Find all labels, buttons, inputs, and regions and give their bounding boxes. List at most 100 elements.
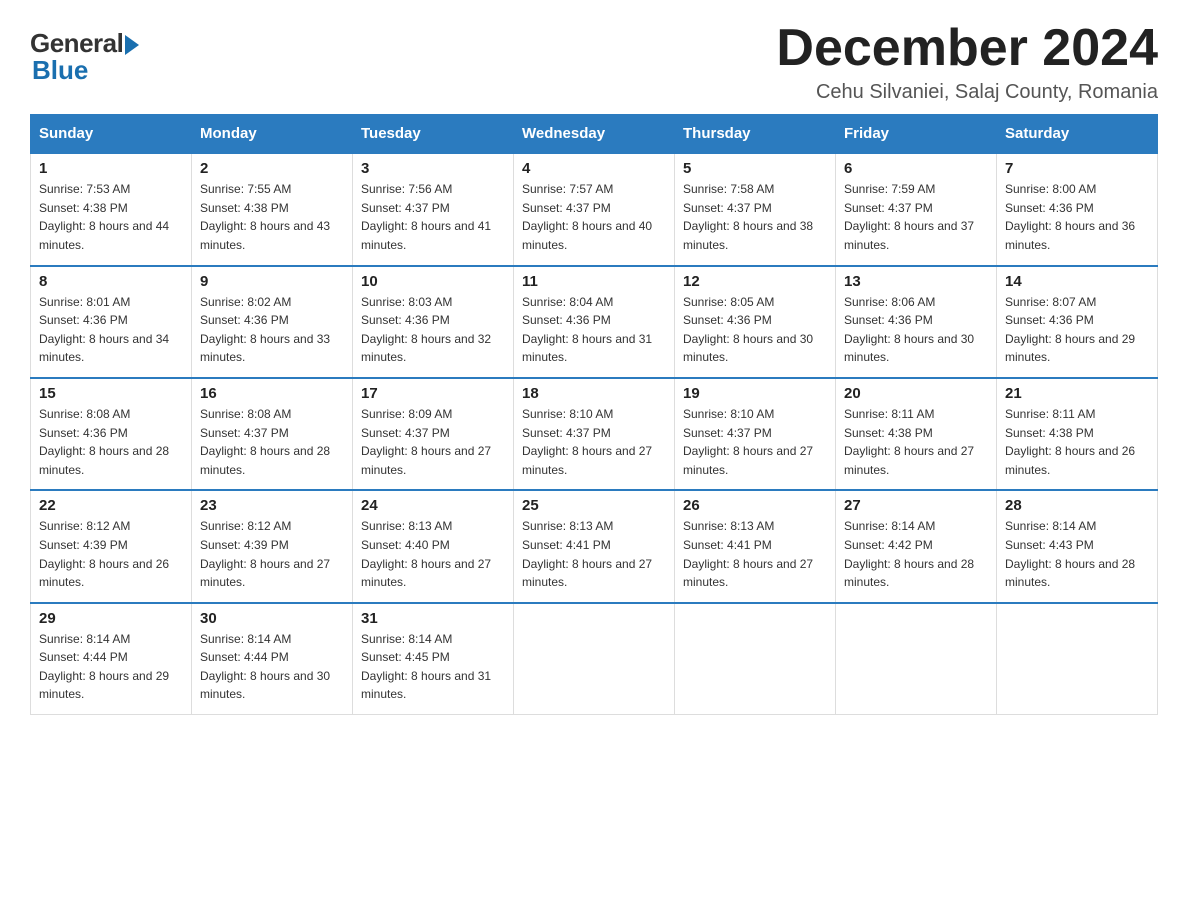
day-cell: 17 Sunrise: 8:09 AMSunset: 4:37 PMDaylig…: [353, 378, 514, 490]
day-number: 14: [1005, 273, 1149, 290]
day-info: Sunrise: 7:58 AMSunset: 4:37 PMDaylight:…: [683, 180, 827, 254]
day-info: Sunrise: 8:08 AMSunset: 4:36 PMDaylight:…: [39, 405, 183, 479]
day-number: 30: [200, 610, 344, 627]
week-row-2: 8 Sunrise: 8:01 AMSunset: 4:36 PMDayligh…: [31, 266, 1158, 378]
day-info: Sunrise: 8:03 AMSunset: 4:36 PMDaylight:…: [361, 293, 505, 367]
day-number: 1: [39, 160, 183, 177]
day-info: Sunrise: 8:12 AMSunset: 4:39 PMDaylight:…: [200, 517, 344, 591]
day-number: 13: [844, 273, 988, 290]
day-cell: 27 Sunrise: 8:14 AMSunset: 4:42 PMDaylig…: [836, 490, 997, 602]
calendar-table: SundayMondayTuesdayWednesdayThursdayFrid…: [30, 114, 1158, 715]
week-row-1: 1 Sunrise: 7:53 AMSunset: 4:38 PMDayligh…: [31, 153, 1158, 265]
day-number: 5: [683, 160, 827, 177]
day-cell: 30 Sunrise: 8:14 AMSunset: 4:44 PMDaylig…: [192, 603, 353, 715]
day-header-saturday: Saturday: [997, 115, 1158, 154]
day-cell: 3 Sunrise: 7:56 AMSunset: 4:37 PMDayligh…: [353, 153, 514, 265]
day-cell: 25 Sunrise: 8:13 AMSunset: 4:41 PMDaylig…: [514, 490, 675, 602]
day-number: 12: [683, 273, 827, 290]
page-header: General Blue December 2024 Cehu Silvanie…: [30, 20, 1158, 104]
day-number: 17: [361, 385, 505, 402]
day-cell: 16 Sunrise: 8:08 AMSunset: 4:37 PMDaylig…: [192, 378, 353, 490]
week-row-3: 15 Sunrise: 8:08 AMSunset: 4:36 PMDaylig…: [31, 378, 1158, 490]
day-info: Sunrise: 7:59 AMSunset: 4:37 PMDaylight:…: [844, 180, 988, 254]
day-cell: [997, 603, 1158, 715]
day-cell: 7 Sunrise: 8:00 AMSunset: 4:36 PMDayligh…: [997, 153, 1158, 265]
day-number: 24: [361, 497, 505, 514]
day-info: Sunrise: 8:14 AMSunset: 4:43 PMDaylight:…: [1005, 517, 1149, 591]
day-info: Sunrise: 8:04 AMSunset: 4:36 PMDaylight:…: [522, 293, 666, 367]
day-header-thursday: Thursday: [675, 115, 836, 154]
day-cell: 9 Sunrise: 8:02 AMSunset: 4:36 PMDayligh…: [192, 266, 353, 378]
day-info: Sunrise: 7:57 AMSunset: 4:37 PMDaylight:…: [522, 180, 666, 254]
day-info: Sunrise: 8:07 AMSunset: 4:36 PMDaylight:…: [1005, 293, 1149, 367]
day-info: Sunrise: 8:05 AMSunset: 4:36 PMDaylight:…: [683, 293, 827, 367]
day-cell: 29 Sunrise: 8:14 AMSunset: 4:44 PMDaylig…: [31, 603, 192, 715]
day-info: Sunrise: 8:13 AMSunset: 4:40 PMDaylight:…: [361, 517, 505, 591]
day-info: Sunrise: 8:12 AMSunset: 4:39 PMDaylight:…: [39, 517, 183, 591]
day-cell: 5 Sunrise: 7:58 AMSunset: 4:37 PMDayligh…: [675, 153, 836, 265]
day-header-monday: Monday: [192, 115, 353, 154]
day-info: Sunrise: 8:13 AMSunset: 4:41 PMDaylight:…: [522, 517, 666, 591]
day-cell: 2 Sunrise: 7:55 AMSunset: 4:38 PMDayligh…: [192, 153, 353, 265]
day-cell: 21 Sunrise: 8:11 AMSunset: 4:38 PMDaylig…: [997, 378, 1158, 490]
day-info: Sunrise: 8:11 AMSunset: 4:38 PMDaylight:…: [1005, 405, 1149, 479]
day-info: Sunrise: 8:14 AMSunset: 4:44 PMDaylight:…: [200, 630, 344, 704]
day-number: 6: [844, 160, 988, 177]
week-row-5: 29 Sunrise: 8:14 AMSunset: 4:44 PMDaylig…: [31, 603, 1158, 715]
day-header-wednesday: Wednesday: [514, 115, 675, 154]
day-number: 4: [522, 160, 666, 177]
day-number: 9: [200, 273, 344, 290]
day-cell: 24 Sunrise: 8:13 AMSunset: 4:40 PMDaylig…: [353, 490, 514, 602]
day-info: Sunrise: 7:53 AMSunset: 4:38 PMDaylight:…: [39, 180, 183, 254]
day-number: 25: [522, 497, 666, 514]
day-cell: 26 Sunrise: 8:13 AMSunset: 4:41 PMDaylig…: [675, 490, 836, 602]
day-cell: 18 Sunrise: 8:10 AMSunset: 4:37 PMDaylig…: [514, 378, 675, 490]
day-number: 8: [39, 273, 183, 290]
day-cell: 10 Sunrise: 8:03 AMSunset: 4:36 PMDaylig…: [353, 266, 514, 378]
day-info: Sunrise: 7:56 AMSunset: 4:37 PMDaylight:…: [361, 180, 505, 254]
day-cell: 19 Sunrise: 8:10 AMSunset: 4:37 PMDaylig…: [675, 378, 836, 490]
day-info: Sunrise: 7:55 AMSunset: 4:38 PMDaylight:…: [200, 180, 344, 254]
location-subtitle: Cehu Silvaniei, Salaj County, Romania: [776, 81, 1158, 104]
logo-blue-text: Blue: [32, 55, 88, 86]
day-info: Sunrise: 8:10 AMSunset: 4:37 PMDaylight:…: [683, 405, 827, 479]
day-number: 27: [844, 497, 988, 514]
day-info: Sunrise: 8:14 AMSunset: 4:45 PMDaylight:…: [361, 630, 505, 704]
day-cell: 11 Sunrise: 8:04 AMSunset: 4:36 PMDaylig…: [514, 266, 675, 378]
day-cell: 20 Sunrise: 8:11 AMSunset: 4:38 PMDaylig…: [836, 378, 997, 490]
day-cell: [514, 603, 675, 715]
day-header-tuesday: Tuesday: [353, 115, 514, 154]
logo: General Blue: [30, 20, 139, 86]
day-cell: 8 Sunrise: 8:01 AMSunset: 4:36 PMDayligh…: [31, 266, 192, 378]
day-number: 26: [683, 497, 827, 514]
day-info: Sunrise: 8:10 AMSunset: 4:37 PMDaylight:…: [522, 405, 666, 479]
day-number: 10: [361, 273, 505, 290]
logo-arrow-icon: [125, 35, 139, 55]
day-cell: 23 Sunrise: 8:12 AMSunset: 4:39 PMDaylig…: [192, 490, 353, 602]
day-number: 16: [200, 385, 344, 402]
day-number: 28: [1005, 497, 1149, 514]
day-cell: 22 Sunrise: 8:12 AMSunset: 4:39 PMDaylig…: [31, 490, 192, 602]
day-cell: 1 Sunrise: 7:53 AMSunset: 4:38 PMDayligh…: [31, 153, 192, 265]
day-info: Sunrise: 8:09 AMSunset: 4:37 PMDaylight:…: [361, 405, 505, 479]
day-info: Sunrise: 8:13 AMSunset: 4:41 PMDaylight:…: [683, 517, 827, 591]
day-number: 2: [200, 160, 344, 177]
day-info: Sunrise: 8:08 AMSunset: 4:37 PMDaylight:…: [200, 405, 344, 479]
header-row: SundayMondayTuesdayWednesdayThursdayFrid…: [31, 115, 1158, 154]
day-number: 23: [200, 497, 344, 514]
day-info: Sunrise: 8:14 AMSunset: 4:42 PMDaylight:…: [844, 517, 988, 591]
day-info: Sunrise: 8:14 AMSunset: 4:44 PMDaylight:…: [39, 630, 183, 704]
day-number: 29: [39, 610, 183, 627]
day-cell: [836, 603, 997, 715]
day-number: 18: [522, 385, 666, 402]
day-header-sunday: Sunday: [31, 115, 192, 154]
day-number: 11: [522, 273, 666, 290]
day-info: Sunrise: 8:06 AMSunset: 4:36 PMDaylight:…: [844, 293, 988, 367]
week-row-4: 22 Sunrise: 8:12 AMSunset: 4:39 PMDaylig…: [31, 490, 1158, 602]
day-info: Sunrise: 8:00 AMSunset: 4:36 PMDaylight:…: [1005, 180, 1149, 254]
day-cell: 12 Sunrise: 8:05 AMSunset: 4:36 PMDaylig…: [675, 266, 836, 378]
day-cell: 15 Sunrise: 8:08 AMSunset: 4:36 PMDaylig…: [31, 378, 192, 490]
day-cell: 14 Sunrise: 8:07 AMSunset: 4:36 PMDaylig…: [997, 266, 1158, 378]
day-number: 15: [39, 385, 183, 402]
day-cell: 28 Sunrise: 8:14 AMSunset: 4:43 PMDaylig…: [997, 490, 1158, 602]
